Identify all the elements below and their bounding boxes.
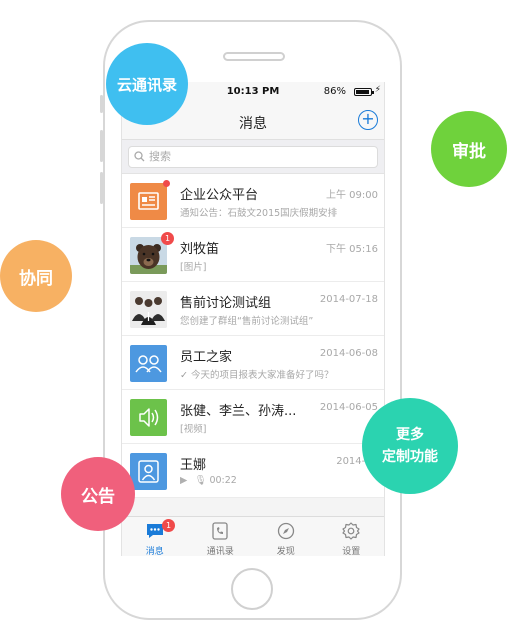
tab-discover[interactable]: 发现 <box>253 517 319 556</box>
tab-bar: 1 消息 通讯录 发现 设置 <box>122 516 384 556</box>
list-item[interactable]: 企业公众平台 上午 09:00 通知公告：石鼓文2015国庆假期安排 <box>122 174 384 228</box>
conversation-preview: ▶ 🎙 00:22 <box>180 475 380 486</box>
tab-settings[interactable]: 设置 <box>319 517 385 556</box>
message-list: 企业公众平台 上午 09:00 通知公告：石鼓文2015国庆假期安排 1 刘牧笛… <box>122 174 384 498</box>
bubble-contacts: 云通讯录 <box>106 43 188 125</box>
conversation-time: 2014-06-08 <box>319 348 378 359</box>
bubble-notice: 公告 <box>61 457 135 531</box>
home-button[interactable] <box>231 568 273 610</box>
conversation-name: 王娜 <box>180 458 207 473</box>
newspaper-icon <box>130 183 167 220</box>
compass-icon <box>277 522 294 540</box>
gear-icon <box>342 522 360 540</box>
search-input[interactable]: 搜索 <box>128 146 378 168</box>
list-item[interactable]: 1 刘牧笛 下午 05:16 [图片] <box>122 228 384 282</box>
conversation-name: 张健、李兰、孙涛... <box>180 404 297 419</box>
bubble-collab: 协同 <box>0 240 72 312</box>
voice-duration: 00:22 <box>209 475 237 486</box>
bubble-more-line1: 更多 <box>396 427 424 443</box>
list-item[interactable]: 张健、李兰、孙涛... 2014-06-05 [视频] <box>122 390 384 444</box>
bubble-more-line2: 定制功能 <box>382 449 438 465</box>
preview-text: 今天的项目报表大家准备好了吗？ <box>191 370 334 381</box>
tab-label: 发现 <box>276 547 295 556</box>
conversation-time: 上午 09:00 <box>326 190 378 201</box>
list-item[interactable]: 售前讨论测试组 2014-07-18 您创建了群组“售前讨论测试组” <box>122 282 384 336</box>
bubble-approve: 审批 <box>431 111 507 187</box>
conversation-preview: [图片] <box>180 262 207 273</box>
conversation-name: 售前讨论测试组 <box>180 296 272 311</box>
people-icon <box>130 345 167 382</box>
conversation-preview: 您创建了群组“售前讨论测试组” <box>180 316 314 327</box>
battery-percent: 86% <box>323 86 346 97</box>
mic-icon: 🎙 <box>194 475 207 486</box>
phone-speaker <box>223 52 285 61</box>
conversation-time: 下午 05:16 <box>326 244 378 255</box>
charging-icon: ⚡ <box>374 85 381 95</box>
conversation-time: 2014-07-18 <box>319 294 378 305</box>
search-icon <box>134 151 145 162</box>
unread-badge: 1 <box>161 232 174 245</box>
tab-messages[interactable]: 1 消息 <box>122 517 188 556</box>
conversation-name: 刘牧笛 <box>180 242 220 257</box>
add-button[interactable]: + <box>358 110 378 130</box>
play-icon: ▶ <box>180 475 188 486</box>
battery-icon <box>354 88 374 96</box>
tab-label: 消息 <box>145 547 164 556</box>
tab-contacts[interactable]: 通讯录 <box>188 517 254 556</box>
conversation-time: 2014-06-05 <box>319 402 378 413</box>
conversation-preview: [视频] <box>180 424 207 435</box>
speaker-icon <box>130 399 167 436</box>
phone-screen: 10:13 PM 86% ⚡ 消息 + 搜索 企业公众平台 上午 09:00 通… <box>121 82 385 556</box>
list-item[interactable]: 员工之家 2014-06-08 ✓ 今天的项目报表大家准备好了吗？ <box>122 336 384 390</box>
volume-up-button <box>100 130 103 162</box>
read-check-icon: ✓ <box>180 370 188 381</box>
group-photo-avatar <box>130 291 167 328</box>
bubble-more: 更多 定制功能 <box>362 398 458 494</box>
person-icon <box>130 453 167 490</box>
volume-down-button <box>100 172 103 204</box>
conversation-preview: ✓ 今天的项目报表大家准备好了吗？ <box>180 367 380 381</box>
list-item[interactable]: 王娜 2014-06 ▶ 🎙 00:22 <box>122 444 384 498</box>
tab-label: 设置 <box>342 547 361 556</box>
conversation-name: 企业公众平台 <box>180 188 259 203</box>
tab-label: 通讯录 <box>206 547 234 556</box>
tab-badge: 1 <box>162 519 175 532</box>
phone-book-icon <box>212 522 228 540</box>
conversation-name: 员工之家 <box>180 350 233 365</box>
mute-switch <box>100 95 103 113</box>
search-placeholder: 搜索 <box>149 150 171 163</box>
conversation-preview: 通知公告：石鼓文2015国庆假期安排 <box>180 208 338 219</box>
unread-dot <box>163 180 170 187</box>
search-bar: 搜索 <box>122 140 384 174</box>
